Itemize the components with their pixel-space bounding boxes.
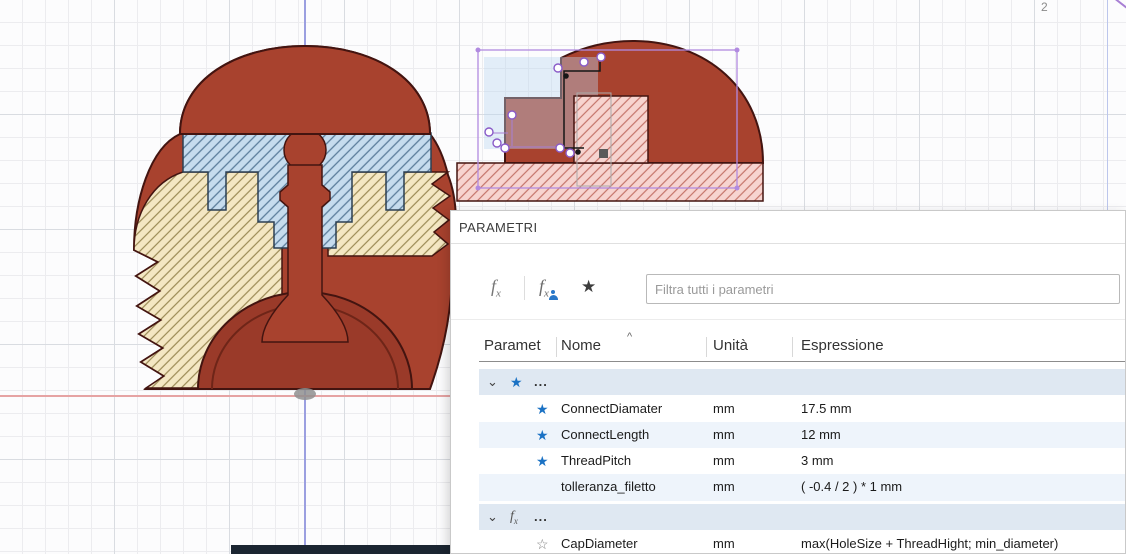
param-unit: mm [713,448,735,474]
favorite-star-icon[interactable]: ★ [536,422,549,448]
header-divider [792,337,793,357]
param-expression[interactable]: max(HoleSize + ThreadHight; min_diameter… [801,531,1058,554]
group-label: ... [534,369,548,395]
selection-handle[interactable] [735,48,740,53]
chevron-down-icon[interactable]: ⌄ [487,369,498,395]
table-row-connectdiamater[interactable]: ★ ConnectDiamater mm 17.5 mm [479,396,1125,422]
favorite-star-icon[interactable]: ★ [536,396,549,422]
param-expression[interactable]: ( -0.4 / 2 ) * 1 mm [801,474,902,500]
sketch-constraint-glyph[interactable] [599,149,608,158]
right-model-section[interactable] [457,41,763,201]
group-row-user-parameters[interactable]: ⌄ fx ... [479,504,1125,530]
header-divider [556,337,557,357]
table-row-connectlength[interactable]: ★ ConnectLength mm 12 mm [479,422,1125,448]
origin-marker[interactable] [294,388,316,400]
param-name: ThreadPitch [561,448,631,474]
selection-handle[interactable] [476,48,481,53]
param-expression[interactable]: 3 mm [801,448,834,474]
timeline-bar-edge[interactable] [231,545,457,554]
col-header-espressione[interactable]: Espressione [801,331,884,361]
param-expression[interactable]: 17.5 mm [801,396,852,422]
pink-section-slab [457,163,763,201]
chevron-down-icon[interactable]: ⌄ [487,504,498,530]
parameters-table: Paramet Nome ^ Unità Espressione ⌄ ★ ...… [479,211,1125,553]
sketch-anchor-point[interactable] [563,73,569,79]
header-divider [706,337,707,357]
param-unit: mm [713,474,735,500]
col-header-nome[interactable]: Nome [561,331,601,361]
selection-handle[interactable] [476,186,481,191]
cad-canvas[interactable]: 2 [0,0,1126,554]
table-row-capdiameter[interactable]: ☆ CapDiameter mm max(HoleSize + ThreadHi… [479,531,1125,554]
col-header-unita[interactable]: Unità [713,331,748,361]
group-label: ... [534,504,548,530]
param-name: ConnectDiamater [561,396,662,422]
selection-handle[interactable] [735,186,740,191]
sort-asc-icon: ^ [627,331,632,343]
table-row-tolleranza-filetto[interactable]: tolleranza_filetto mm ( -0.4 / 2 ) * 1 m… [479,474,1125,501]
dome-top [180,46,430,134]
param-unit: mm [713,422,735,448]
favorite-star-icon[interactable]: ★ [536,448,549,474]
star-icon: ★ [510,369,523,395]
param-name: tolleranza_filetto [561,474,656,500]
param-unit: mm [713,531,735,554]
param-name: ConnectLength [561,422,649,448]
left-model-section[interactable] [134,46,456,400]
fx-icon: fx [510,504,518,534]
table-header: Paramet Nome ^ Unità Espressione [479,331,1125,362]
fx-sub-glyph: x [514,516,518,526]
table-row-threadpitch[interactable]: ★ ThreadPitch mm 3 mm [479,448,1125,474]
sketch-anchor-point[interactable] [575,149,581,155]
favorite-star-outline-icon[interactable]: ☆ [536,531,549,554]
col-header-parametro[interactable]: Paramet [484,331,556,361]
parameters-dialog: PARAMETRI fx fx ★ Paramet Nome ^ Unità E… [450,210,1126,554]
param-expression[interactable]: 12 mm [801,422,841,448]
param-unit: mm [713,396,735,422]
param-name: CapDiameter [561,531,638,554]
group-row-favorites[interactable]: ⌄ ★ ... [479,369,1125,395]
